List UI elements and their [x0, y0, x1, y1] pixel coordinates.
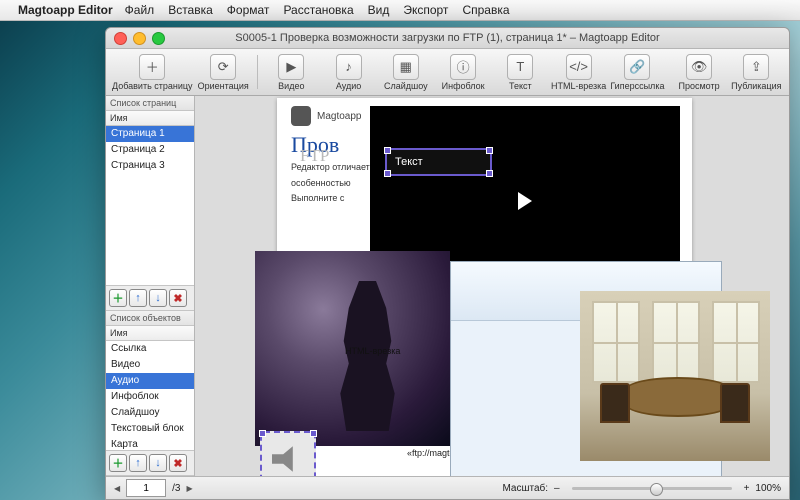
video-icon: ▶ [278, 54, 304, 80]
object-row[interactable]: Текстовый блок [106, 421, 194, 437]
objects-btnrow: ＋ ↑ ↓ ✖ [106, 450, 194, 476]
audio-button[interactable]: ♪Аудио [322, 51, 375, 93]
plus-icon: ＋ [139, 54, 165, 80]
object-row[interactable]: Аудио [106, 373, 194, 389]
infoblock-button[interactable]: ⓘИнфоблок [436, 51, 489, 93]
object-add-button[interactable]: ＋ [109, 454, 127, 472]
publish-button[interactable]: ⇪Публикация [730, 51, 783, 93]
zoom-slider-knob[interactable] [650, 483, 663, 496]
resize-handle[interactable] [310, 430, 317, 437]
hyperlink-button[interactable]: 🔗Гиперссылка [610, 51, 664, 93]
zoom-value: 100% [755, 483, 781, 494]
preview-button[interactable]: 👁Просмотр [672, 51, 725, 93]
menu-file[interactable]: Файл [125, 3, 155, 17]
html-button[interactable]: </>HTML-врезка [551, 51, 606, 93]
resize-handle[interactable] [486, 147, 493, 154]
page-total: /3 [172, 483, 180, 494]
object-row[interactable]: Инфоблок [106, 389, 194, 405]
doc-app-name: Magtoapp [317, 111, 361, 122]
page-number-input[interactable] [126, 479, 166, 497]
resize-handle[interactable] [259, 430, 266, 437]
menu-help[interactable]: Справка [462, 3, 509, 17]
os-menubar: Magtoapp Editor Файл Вставка Формат Расс… [0, 0, 800, 21]
object-row[interactable]: Ссылка [106, 341, 194, 357]
object-delete-button[interactable]: ✖ [169, 454, 187, 472]
audio-icon: ♪ [336, 54, 362, 80]
resize-handle[interactable] [486, 170, 493, 177]
canvas[interactable]: MagtoappЭдержки Пров Редактор отличается… [195, 96, 789, 476]
video-button[interactable]: ▶Видео [265, 51, 318, 93]
page-row[interactable]: Страница 1 [106, 126, 194, 142]
object-up-button[interactable]: ↑ [129, 454, 147, 472]
status-bar: ◀ /3 ▶ Масштаб: – + 100% [106, 476, 789, 499]
window-titlebar[interactable]: S0005-1 Проверка возможности загрузки по… [106, 28, 789, 49]
add-page-button[interactable]: ＋Добавить страницу [112, 51, 193, 93]
object-row[interactable]: Видео [106, 357, 194, 373]
zoom-out-button[interactable]: – [554, 483, 560, 494]
resize-handle[interactable] [384, 170, 391, 177]
orientation-button[interactable]: ⟳Ориентация [197, 51, 250, 93]
link-icon: 🔗 [624, 54, 650, 80]
menu-format[interactable]: Формат [227, 3, 270, 17]
info-icon: ⓘ [450, 54, 476, 80]
page-down-button[interactable]: ↓ [149, 289, 167, 307]
objects-list: Ссылка Видео Аудио Инфоблок Слайдшоу Тек… [106, 341, 194, 450]
app-window: S0005-1 Проверка возможности загрузки по… [105, 27, 790, 500]
object-row[interactable]: Карта [106, 437, 194, 450]
page-up-button[interactable]: ↑ [129, 289, 147, 307]
objects-panel-title: Список объектов [106, 311, 194, 326]
slideshow-button[interactable]: ▦Слайдшоу [379, 51, 432, 93]
audio-object-selected[interactable] [260, 431, 316, 476]
eye-icon: 👁 [686, 54, 712, 80]
text-button[interactable]: TТекст [494, 51, 547, 93]
object-down-button[interactable]: ↓ [149, 454, 167, 472]
app-menu[interactable]: Magtoapp Editor [18, 3, 113, 17]
toolbar: ＋Добавить страницу ⟳Ориентация ▶Видео ♪А… [106, 49, 789, 96]
zoom-label: Масштаб: [502, 483, 548, 494]
zoom-in-button[interactable]: + [744, 483, 750, 494]
text-object-selected[interactable]: Текст [385, 148, 492, 176]
doc-app-icon [291, 106, 311, 126]
menu-arrange[interactable]: Расстановка [283, 3, 353, 17]
pages-btnrow: ＋ ↑ ↓ ✖ [106, 285, 194, 311]
pages-panel-title: Список страниц [106, 96, 194, 111]
orientation-icon: ⟳ [210, 54, 236, 80]
html-object[interactable]: HTML-врезка [255, 251, 450, 446]
page-prev-button[interactable]: ◀ [114, 484, 120, 493]
interior-photo-object[interactable] [580, 291, 770, 461]
page-row[interactable]: Страница 2 [106, 142, 194, 158]
pages-list: Страница 1 Страница 2 Страница 3 [106, 126, 194, 176]
pages-col-name[interactable]: Имя [106, 111, 194, 126]
text-icon: T [507, 54, 533, 80]
object-row[interactable]: Слайдшоу [106, 405, 194, 421]
zoom-slider[interactable] [572, 487, 732, 490]
upload-icon: ⇪ [743, 54, 769, 80]
objects-col-name[interactable]: Имя [106, 326, 194, 341]
speaker-icon [272, 443, 304, 475]
sidebar: Список страниц Имя Страница 1 Страница 2… [106, 96, 195, 476]
window-title: S0005-1 Проверка возможности загрузки по… [106, 32, 789, 44]
html-icon: </> [566, 54, 592, 80]
menu-insert[interactable]: Вставка [168, 3, 213, 17]
page-next-button[interactable]: ▶ [187, 484, 193, 493]
html-object-label: HTML-врезка [345, 346, 400, 356]
menu-view[interactable]: Вид [368, 3, 390, 17]
page-add-button[interactable]: ＋ [109, 289, 127, 307]
play-icon [518, 192, 532, 210]
ftp-bg-text: FTP [300, 146, 329, 166]
slideshow-icon: ▦ [393, 54, 419, 80]
menu-export[interactable]: Экспорт [403, 3, 448, 17]
page-delete-button[interactable]: ✖ [169, 289, 187, 307]
resize-handle[interactable] [384, 147, 391, 154]
text-object-label: Текст [395, 156, 423, 168]
page-row[interactable]: Страница 3 [106, 158, 194, 174]
